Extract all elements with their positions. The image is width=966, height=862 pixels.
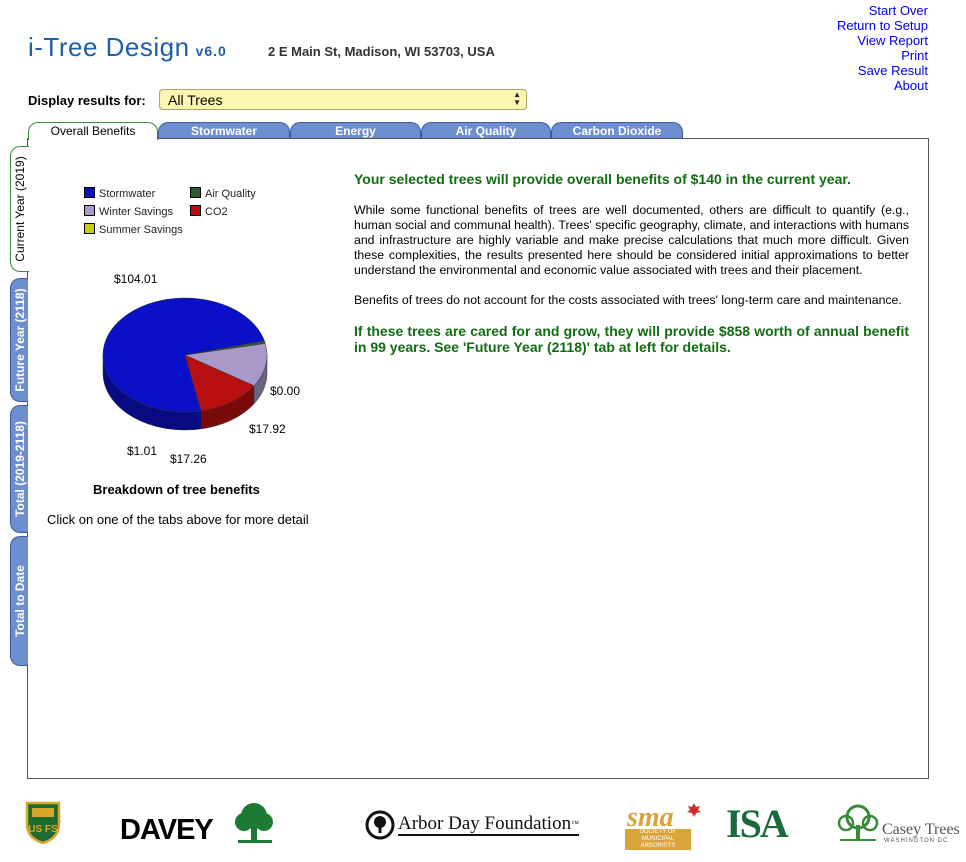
benefits-summary: Your selected trees will provide overall… bbox=[354, 171, 909, 355]
legend-swatch bbox=[190, 187, 201, 198]
costs-paragraph: Benefits of trees do not account for the… bbox=[354, 293, 902, 307]
print-link[interactable]: Print bbox=[837, 48, 928, 63]
isa-logo-text: ISA bbox=[726, 801, 789, 846]
arbor-day-tree-logo bbox=[365, 810, 395, 840]
sma-logo-subtitle: SOCIETY OF MUNICIPAL ARBORISTS bbox=[625, 829, 691, 850]
tab-stormwater[interactable]: Stormwater bbox=[158, 122, 290, 139]
tab-carbon-dioxide[interactable]: Carbon Dioxide bbox=[551, 122, 683, 139]
legend-label: CO2 bbox=[205, 206, 228, 218]
davey-logo-text: DAVEY bbox=[120, 814, 214, 846]
display-results-label: Display results for: bbox=[28, 93, 146, 108]
display-results-value: All Trees bbox=[168, 92, 223, 108]
start-over-link[interactable]: Start Over bbox=[837, 3, 928, 18]
casey-trees-logo-subtitle: WASHINGTON DC bbox=[884, 838, 949, 844]
about-link[interactable]: About bbox=[837, 78, 928, 93]
tab-overall-benefits[interactable]: Overall Benefits bbox=[28, 122, 158, 140]
top-links: Start Over Return to Setup View Report P… bbox=[837, 3, 928, 93]
view-report-link[interactable]: View Report bbox=[837, 33, 928, 48]
casey-trees-logo-text: Casey Trees bbox=[882, 821, 960, 838]
trademark-mark: ™ bbox=[571, 819, 579, 828]
legend-swatch bbox=[84, 223, 95, 234]
tab-energy[interactable]: Energy bbox=[290, 122, 421, 139]
app-title: i-Tree Design v6.0 bbox=[28, 32, 227, 63]
maple-leaf-icon bbox=[687, 803, 701, 817]
side-tab-current-year-label: Current Year (2019) bbox=[13, 156, 27, 262]
pie-label-summer-savings: $0.00 bbox=[270, 384, 301, 398]
usfs-logo-text: US FS bbox=[28, 824, 58, 835]
legend-label: Summer Savings bbox=[99, 224, 183, 236]
benefits-paragraph: While some functional benefits of trees … bbox=[354, 203, 909, 277]
legend-swatch bbox=[84, 205, 95, 216]
side-tab-future-year[interactable]: Future Year (2118) bbox=[10, 278, 28, 402]
casey-trees-logo-icon bbox=[837, 804, 879, 841]
pie-label-winter-savings: $17.26 bbox=[170, 452, 207, 466]
display-results-select[interactable]: All Trees ▲ ▼ bbox=[159, 89, 527, 110]
side-tab-total-to-date-label: Total to Date bbox=[12, 565, 27, 637]
chart-hint: Click on one of the tabs above for more … bbox=[47, 512, 309, 527]
app-title-text: i-Tree Design bbox=[28, 32, 190, 62]
chart-caption: Breakdown of tree benefits bbox=[93, 482, 260, 497]
legend-label: Air Quality bbox=[205, 188, 256, 200]
arbor-day-logo-text: Arbor Day Foundation™ bbox=[398, 814, 579, 836]
davey-tree-logo bbox=[235, 803, 273, 843]
legend-item-winter-savings: Winter Savings bbox=[84, 205, 173, 218]
pie-label-stormwater: $104.01 bbox=[114, 272, 158, 286]
legend-label: Stormwater bbox=[99, 188, 156, 200]
benefits-headline: Your selected trees will provide overall… bbox=[354, 171, 851, 187]
legend-swatch bbox=[190, 205, 201, 216]
legend-swatch bbox=[84, 187, 95, 198]
return-to-setup-link[interactable]: Return to Setup bbox=[837, 18, 928, 33]
pie-label-air-quality: $1.01 bbox=[127, 444, 158, 458]
arbor-day-name: Arbor Day Foundation bbox=[398, 813, 572, 834]
updown-arrows-icon: ▲ ▼ bbox=[513, 90, 521, 107]
side-tab-total-to-date[interactable]: Total to Date bbox=[10, 536, 28, 666]
pie-label-co2: $17.92 bbox=[249, 422, 286, 436]
tab-air-quality[interactable]: Air Quality bbox=[421, 122, 551, 139]
save-result-link[interactable]: Save Result bbox=[837, 63, 928, 78]
legend-item-summer-savings: Summer Savings bbox=[84, 223, 183, 236]
project-address: 2 E Main St, Madison, WI 53703, USA bbox=[268, 44, 495, 59]
side-tab-future-year-label: Future Year (2118) bbox=[12, 288, 27, 392]
legend-item-co2: CO2 bbox=[190, 205, 228, 218]
side-tab-total[interactable]: Total (2019-2118) bbox=[10, 405, 28, 533]
side-tab-total-label: Total (2019-2118) bbox=[12, 421, 27, 517]
legend-item-stormwater: Stormwater bbox=[84, 187, 155, 200]
usfs-shield-logo: US FS bbox=[25, 801, 61, 844]
legend-item-air-quality: Air Quality bbox=[190, 187, 256, 200]
side-tab-current-year[interactable]: Current Year (2019) bbox=[10, 146, 29, 272]
app-version: v6.0 bbox=[195, 43, 227, 59]
future-benefits-note: If these trees are cared for and grow, t… bbox=[354, 323, 909, 355]
legend-label: Winter Savings bbox=[99, 206, 173, 218]
